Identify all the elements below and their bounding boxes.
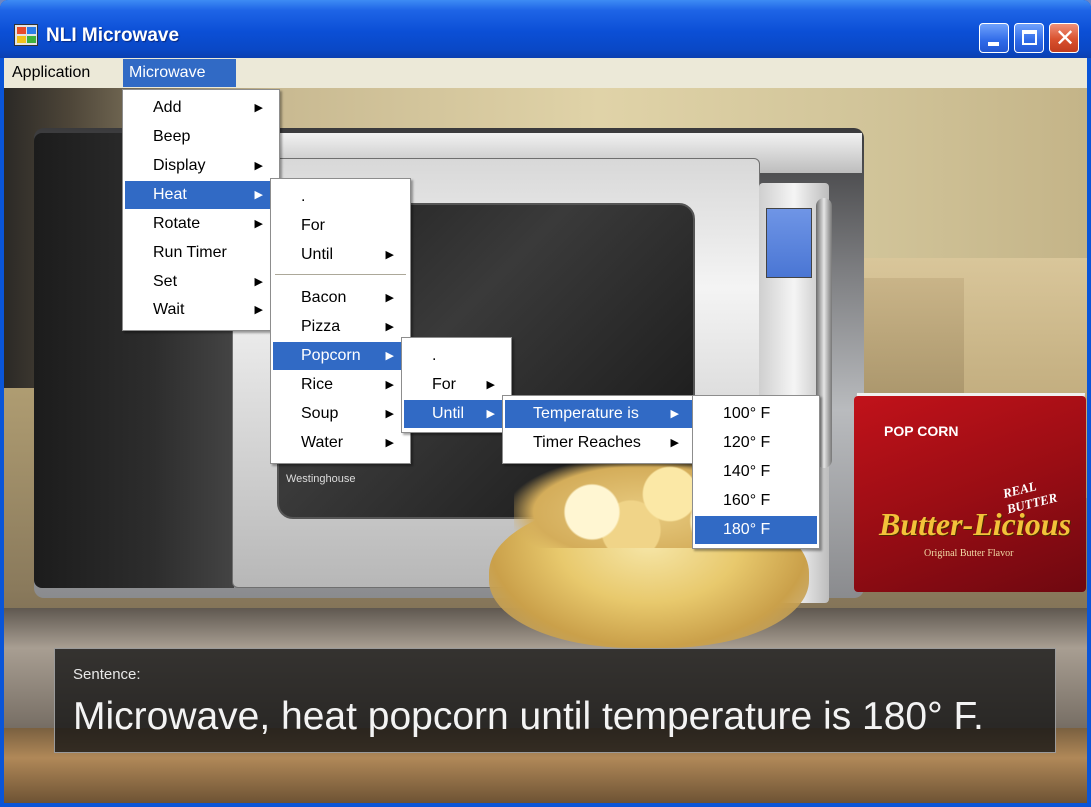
menu-item-rotate[interactable]: Rotate ▶ <box>125 210 277 238</box>
submenu-arrow-icon: ▶ <box>486 378 495 391</box>
app-window: NLI Microwave ✕ Application Microwave We… <box>0 0 1091 807</box>
menu-item-run-timer[interactable]: Run Timer <box>125 239 277 267</box>
close-icon: ✕ <box>1054 24 1076 52</box>
menu-item-temperature-is[interactable]: Temperature is ▶ <box>505 400 693 428</box>
microwave-display <box>766 208 812 278</box>
submenu-arrow-icon: ▶ <box>385 407 394 420</box>
popcorn-box-brand: Butter-Licious <box>879 506 1072 542</box>
menu-item-heat[interactable]: Heat ▶ <box>125 181 277 209</box>
menu-item-wait[interactable]: Wait ▶ <box>125 296 277 324</box>
menu-item-set[interactable]: Set ▶ <box>125 268 277 296</box>
menu-item-160f[interactable]: 160° F <box>695 487 817 515</box>
popcorn-submenu: . For ▶ Until ▶ <box>401 337 512 433</box>
menu-item-popcorn-for[interactable]: For ▶ <box>404 371 509 399</box>
minimize-icon <box>988 42 999 46</box>
submenu-arrow-icon: ▶ <box>254 101 263 114</box>
maximize-button[interactable] <box>1014 23 1044 53</box>
submenu-arrow-icon: ▶ <box>385 436 394 449</box>
menu-item-add[interactable]: Add ▶ <box>125 94 277 122</box>
submenu-arrow-icon: ▶ <box>254 217 263 230</box>
menu-item-heat-until[interactable]: Until ▶ <box>273 241 408 269</box>
menu-item-140f[interactable]: 140° F <box>695 458 817 486</box>
temperature-submenu: 100° F 120° F 140° F 160° F 180° F <box>692 395 820 549</box>
maximize-icon <box>1022 30 1037 45</box>
menu-application[interactable]: Application <box>6 59 96 87</box>
menu-item-popcorn-until[interactable]: Until ▶ <box>404 400 509 428</box>
popcorn-box-sub: Original Butter Flavor <box>924 548 1014 559</box>
submenu-arrow-icon: ▶ <box>254 159 263 172</box>
submenu-arrow-icon: ▶ <box>486 407 495 420</box>
menu-item-popcorn-dot[interactable]: . <box>404 342 509 370</box>
submenu-arrow-icon: ▶ <box>385 248 394 261</box>
submenu-arrow-icon: ▶ <box>385 349 394 362</box>
until-submenu: Temperature is ▶ Timer Reaches ▶ <box>502 395 696 464</box>
app-icon[interactable] <box>14 24 38 46</box>
heat-submenu: . For Until ▶ Bacon ▶ Pizza ▶ Popcorn ▶ Rice… <box>270 178 411 464</box>
sentence-label: Sentence: <box>73 666 141 683</box>
menu-item-bacon[interactable]: Bacon ▶ <box>273 284 408 312</box>
menu-bar: Application Microwave <box>4 58 1087 88</box>
microwave-logo: Westinghouse <box>286 473 356 485</box>
menu-item-pizza[interactable]: Pizza ▶ <box>273 313 408 341</box>
submenu-arrow-icon: ▶ <box>254 188 263 201</box>
sentence-panel: Sentence: Microwave, heat popcorn until … <box>54 648 1056 753</box>
menu-item-beep[interactable]: Beep <box>125 123 277 151</box>
submenu-arrow-icon: ▶ <box>385 320 394 333</box>
close-button[interactable]: ✕ <box>1049 23 1079 53</box>
menu-item-heat-for[interactable]: For <box>273 212 408 240</box>
sentence-text: Microwave, heat popcorn until temperatur… <box>73 695 984 738</box>
menu-separator <box>275 274 406 275</box>
menu-item-soup[interactable]: Soup ▶ <box>273 400 408 428</box>
menu-item-120f[interactable]: 120° F <box>695 429 817 457</box>
menu-microwave[interactable]: Microwave <box>123 59 236 87</box>
menu-item-popcorn[interactable]: Popcorn ▶ <box>273 342 408 370</box>
window-title: NLI Microwave <box>46 25 180 46</box>
menu-item-100f[interactable]: 100° F <box>695 400 817 428</box>
submenu-arrow-icon: ▶ <box>385 378 394 391</box>
menu-item-180f[interactable]: 180° F <box>695 516 817 544</box>
submenu-arrow-icon: ▶ <box>254 275 263 288</box>
minimize-button[interactable] <box>979 23 1009 53</box>
menu-item-water[interactable]: Water ▶ <box>273 429 408 457</box>
menu-item-timer-reaches[interactable]: Timer Reaches ▶ <box>505 429 693 457</box>
menu-item-rice[interactable]: Rice ▶ <box>273 371 408 399</box>
title-bar[interactable]: NLI Microwave ✕ <box>0 0 1091 58</box>
popcorn-box-label: POP CORN <box>884 423 959 439</box>
submenu-arrow-icon: ▶ <box>670 436 679 449</box>
submenu-arrow-icon: ▶ <box>385 291 394 304</box>
menu-item-display[interactable]: Display ▶ <box>125 152 277 180</box>
submenu-arrow-icon: ▶ <box>670 407 679 420</box>
menu-item-heat-dot[interactable]: . <box>273 183 408 211</box>
microwave-menu: Add ▶ Beep Display ▶ Heat ▶ Rotate ▶ Run Tim… <box>122 89 280 331</box>
submenu-arrow-icon: ▶ <box>254 303 263 316</box>
